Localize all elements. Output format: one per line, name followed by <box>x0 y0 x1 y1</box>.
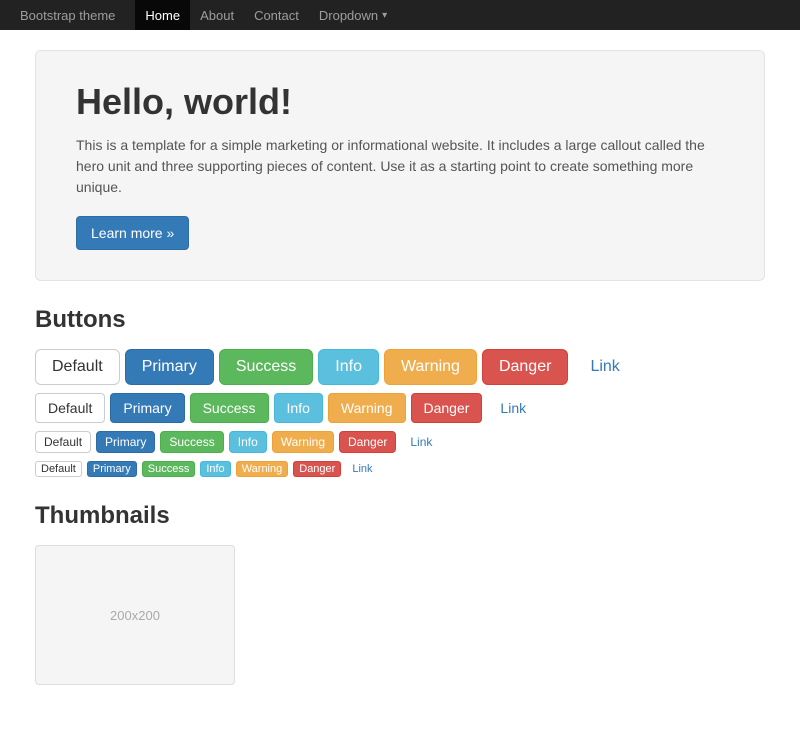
btn-link-lg[interactable]: Link <box>573 349 636 385</box>
main-container: Hello, world! This is a template for a s… <box>20 30 780 730</box>
nav-items: Home About Contact Dropdown ▾ <box>135 0 397 30</box>
dropdown-arrow-icon: ▾ <box>382 10 387 21</box>
nav-item-dropdown[interactable]: Dropdown ▾ <box>309 0 397 30</box>
btn-info-xs[interactable]: Info <box>200 461 230 477</box>
buttons-section: Buttons Default Primary Success Info War… <box>35 306 765 477</box>
btn-primary-sm[interactable]: Primary <box>96 431 155 453</box>
button-row-sm: Default Primary Success Info Warning Dan… <box>35 431 765 453</box>
btn-warning-sm[interactable]: Warning <box>272 431 334 453</box>
button-row-md: Default Primary Success Info Warning Dan… <box>35 393 765 423</box>
btn-default-sm[interactable]: Default <box>35 431 91 453</box>
thumbnail-image: 200x200 <box>35 545 235 685</box>
learn-more-button[interactable]: Learn more » <box>76 216 189 250</box>
btn-link-md[interactable]: Link <box>487 393 539 423</box>
nav-item-contact[interactable]: Contact <box>244 0 309 30</box>
btn-danger-md[interactable]: Danger <box>411 393 483 423</box>
thumbnails-section-title: Thumbnails <box>35 502 765 530</box>
nav-item-home[interactable]: Home <box>135 0 190 30</box>
btn-primary-md[interactable]: Primary <box>110 393 184 423</box>
btn-warning-md[interactable]: Warning <box>328 393 406 423</box>
btn-success-lg[interactable]: Success <box>219 349 313 385</box>
btn-danger-lg[interactable]: Danger <box>482 349 568 385</box>
navbar-brand[interactable]: Bootstrap theme <box>20 8 115 23</box>
nav-item-about[interactable]: About <box>190 0 244 30</box>
hero-description: This is a template for a simple marketin… <box>76 135 724 198</box>
btn-default-md[interactable]: Default <box>35 393 105 423</box>
btn-link-xs[interactable]: Link <box>346 461 378 477</box>
btn-warning-lg[interactable]: Warning <box>384 349 477 385</box>
btn-default-xs[interactable]: Default <box>35 461 82 477</box>
btn-success-md[interactable]: Success <box>190 393 269 423</box>
btn-info-sm[interactable]: Info <box>229 431 267 453</box>
hero-title: Hello, world! <box>76 81 724 123</box>
thumbnails-section: Thumbnails 200x200 <box>35 502 765 685</box>
btn-primary-lg[interactable]: Primary <box>125 349 214 385</box>
btn-link-sm[interactable]: Link <box>401 431 441 453</box>
btn-primary-xs[interactable]: Primary <box>87 461 137 477</box>
btn-success-xs[interactable]: Success <box>142 461 196 477</box>
btn-danger-sm[interactable]: Danger <box>339 431 396 453</box>
hero-unit: Hello, world! This is a template for a s… <box>35 50 765 281</box>
btn-info-md[interactable]: Info <box>274 393 323 423</box>
button-row-lg: Default Primary Success Info Warning Dan… <box>35 349 765 385</box>
btn-warning-xs[interactable]: Warning <box>236 461 289 477</box>
buttons-section-title: Buttons <box>35 306 765 334</box>
navbar: Bootstrap theme Home About Contact Dropd… <box>0 0 800 30</box>
btn-danger-xs[interactable]: Danger <box>293 461 341 477</box>
thumbnail-label: 200x200 <box>110 608 160 623</box>
btn-default-lg[interactable]: Default <box>35 349 120 385</box>
button-row-xs: Default Primary Success Info Warning Dan… <box>35 461 765 477</box>
btn-success-sm[interactable]: Success <box>160 431 223 453</box>
btn-info-lg[interactable]: Info <box>318 349 379 385</box>
